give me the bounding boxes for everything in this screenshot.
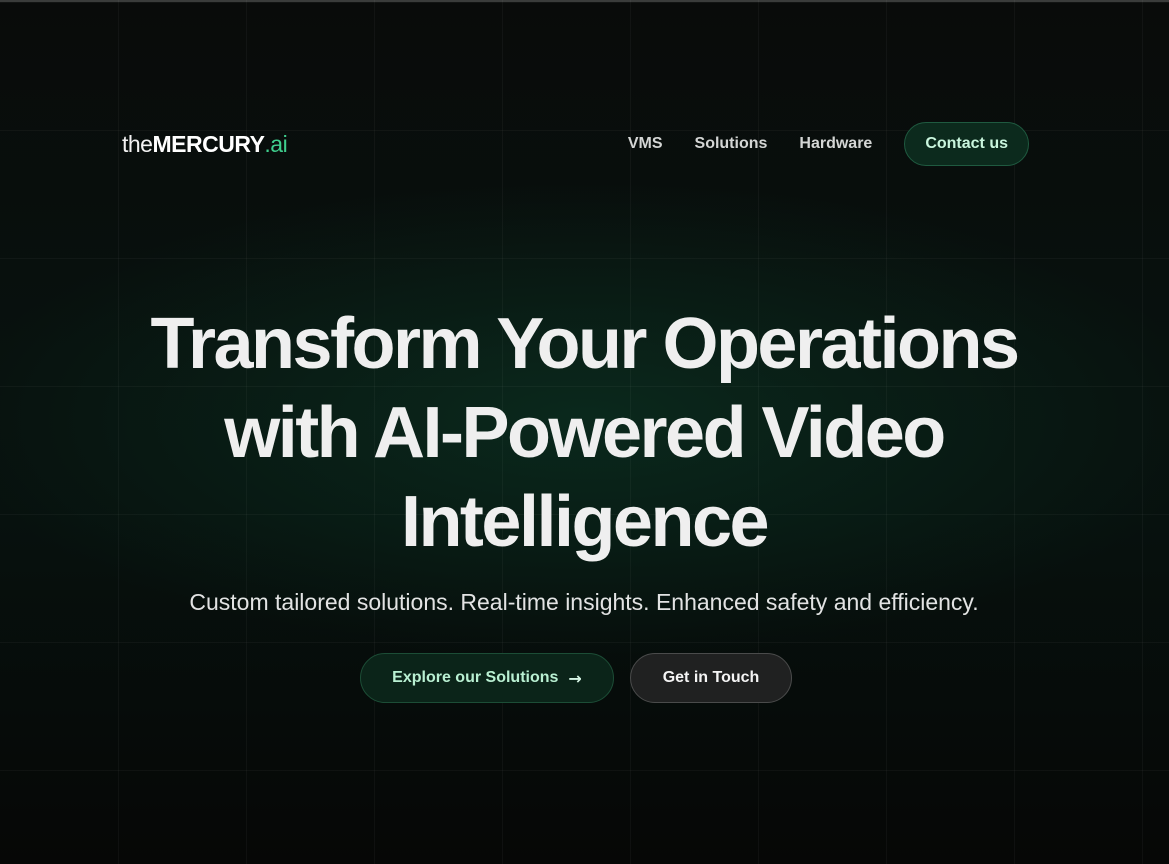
logo-prefix: the [122,130,153,157]
headline-line-3: Intelligence [400,482,770,562]
explore-solutions-label: Explore our Solutions [392,669,559,686]
arrow-right-icon: → [568,668,582,688]
top-nav: theMERCURY.ai VMS Solutions Hardware Con… [122,121,1029,167]
logo-suffix: .ai [264,130,288,157]
brand-logo[interactable]: theMERCURY.ai [122,130,288,158]
headline-line-2: with AI-Powered Video [224,393,946,473]
explore-solutions-button[interactable]: Explore our Solutions → [360,653,614,703]
hero-subheadline: Custom tailored solutions. Real-time ins… [189,589,979,615]
hero-cta-group: Explore our Solutions → Get in Touch [360,653,792,703]
top-border [0,0,1169,2]
page: theMERCURY.ai VMS Solutions Hardware Con… [0,0,1169,864]
logo-name: MERCURY [152,130,265,157]
nav-link-hardware[interactable]: Hardware [799,135,872,153]
headline-line-1: Transform Your Operations [150,304,1020,384]
contact-us-button[interactable]: Contact us [904,122,1029,166]
get-in-touch-button[interactable]: Get in Touch [630,653,792,703]
nav-links: VMS Solutions Hardware Contact us [628,122,1029,166]
hero-headline: Transform Your Operations with AI-Powere… [84,300,1084,567]
nav-link-solutions[interactable]: Solutions [695,135,768,153]
nav-link-vms[interactable]: VMS [628,135,663,153]
